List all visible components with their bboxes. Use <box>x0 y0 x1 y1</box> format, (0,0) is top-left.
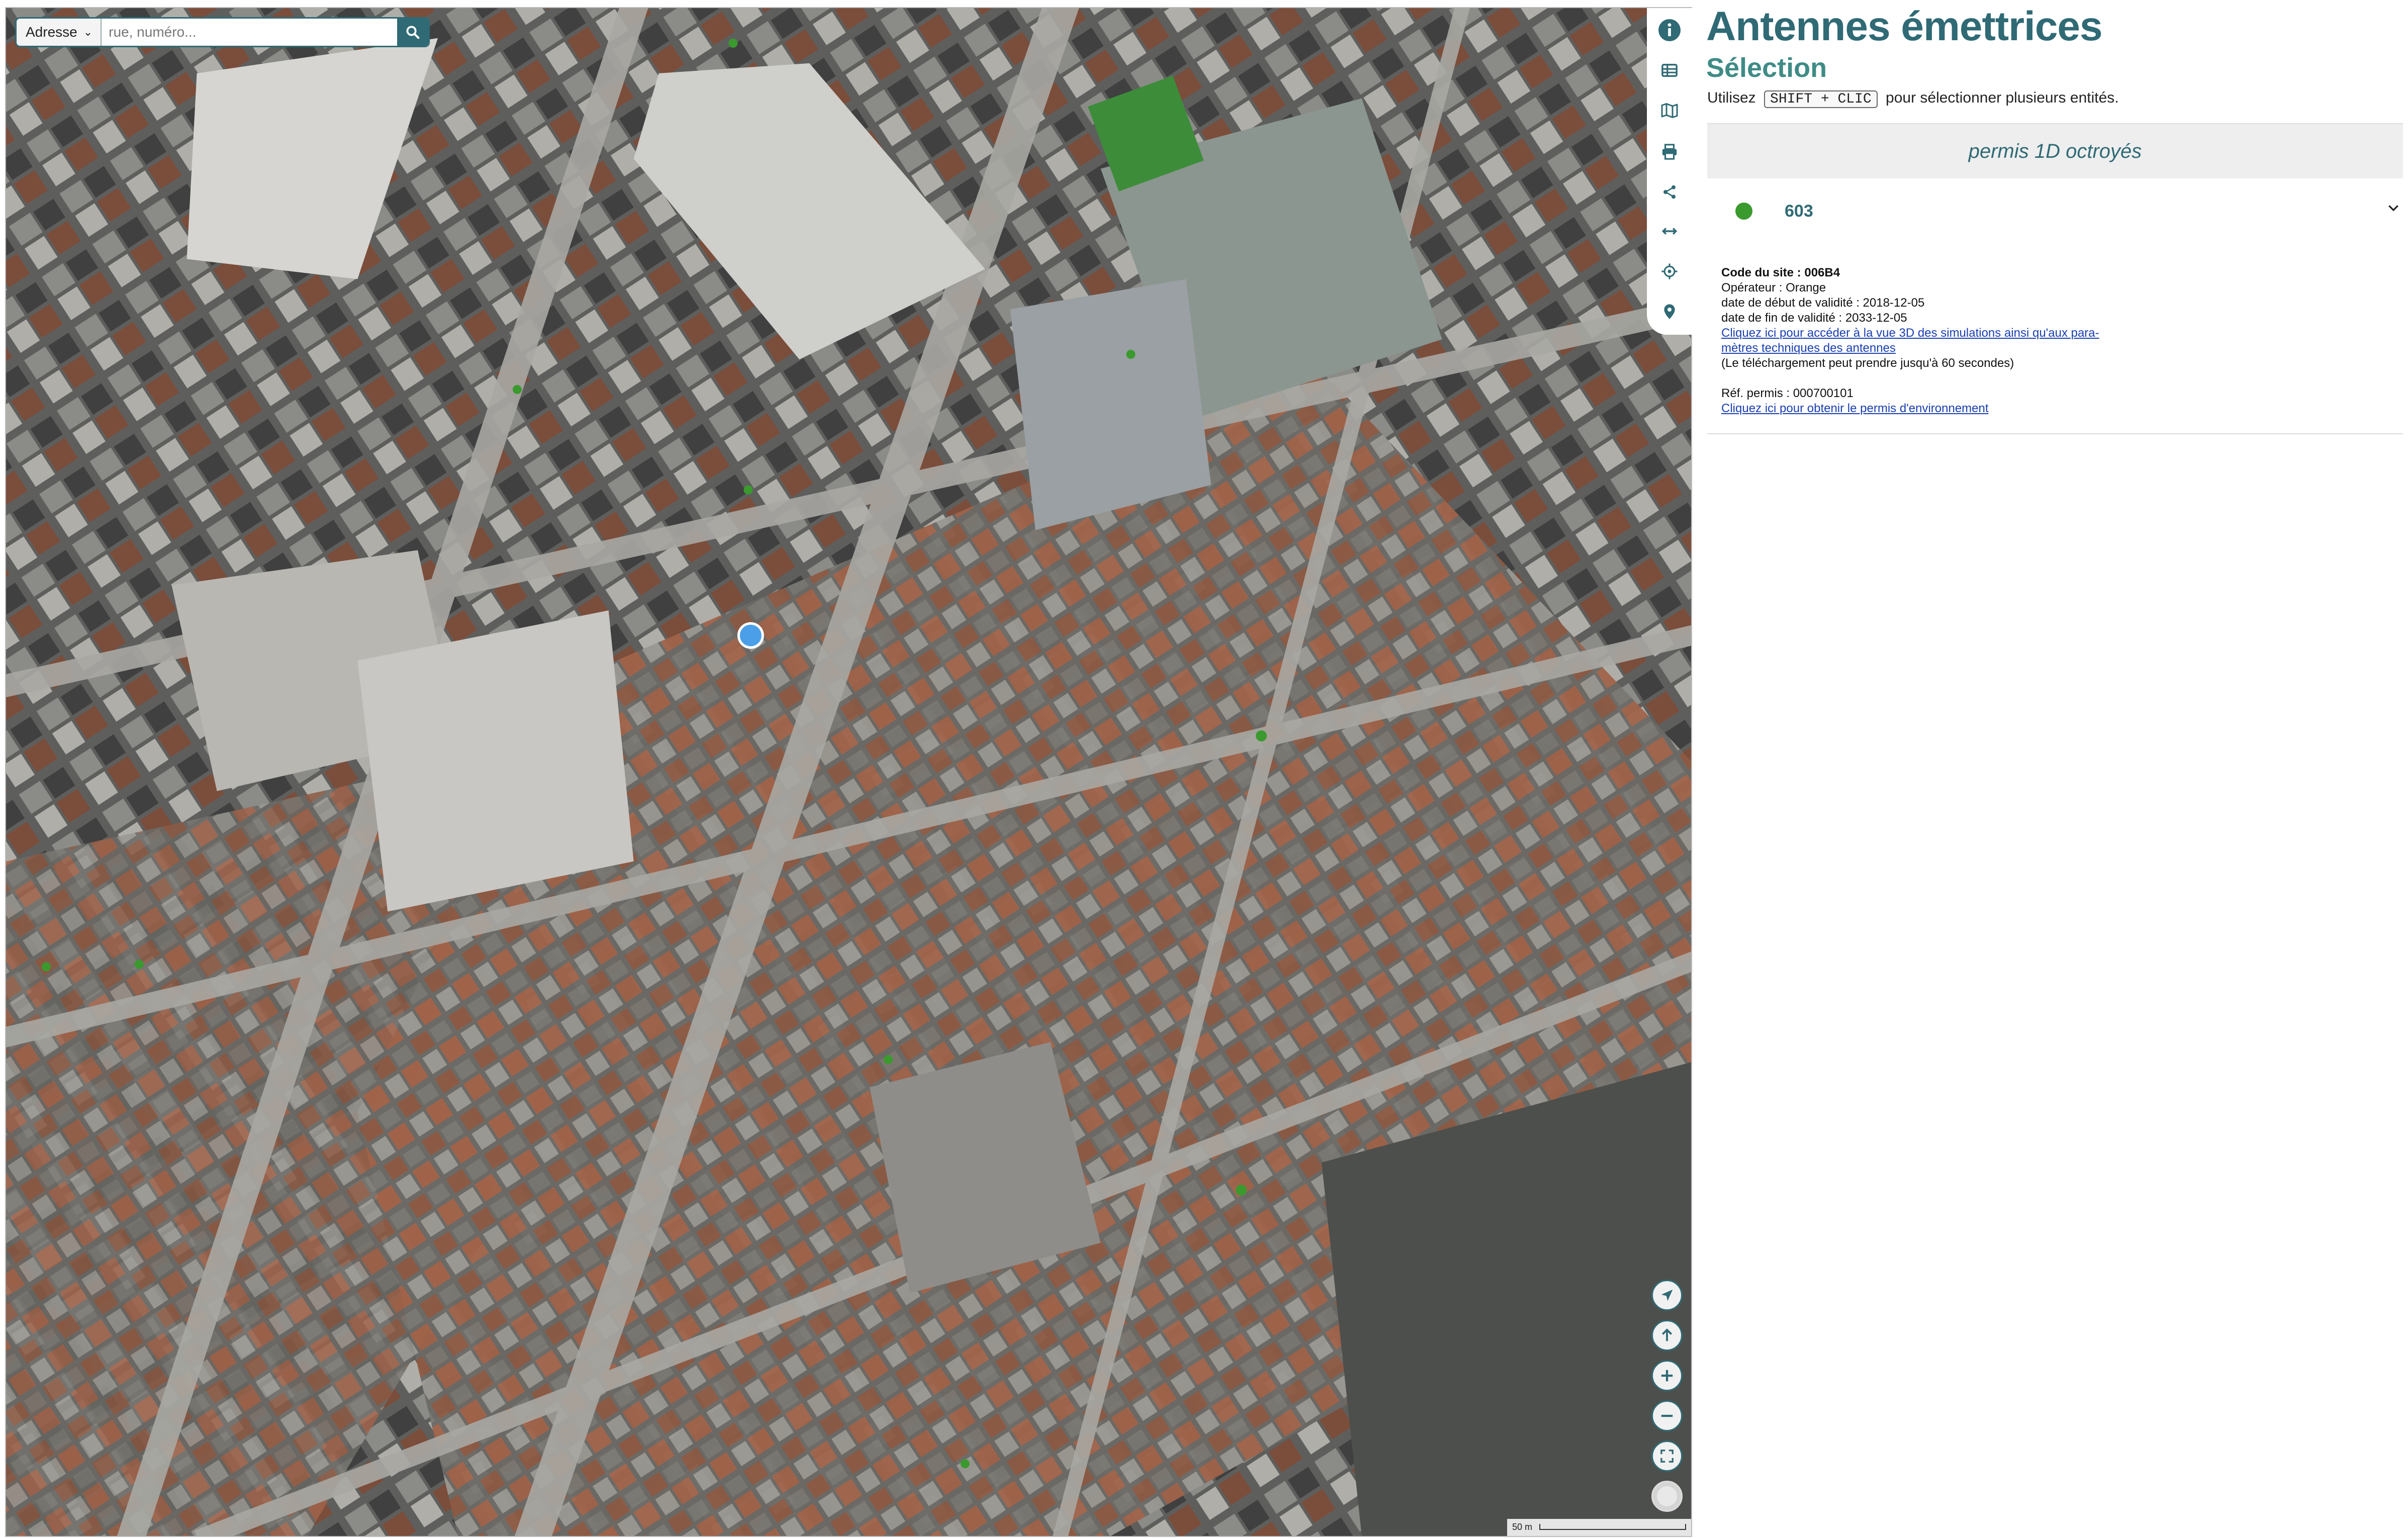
search-button[interactable] <box>397 19 429 46</box>
north-arrow-button[interactable] <box>1651 1320 1683 1351</box>
search-icon <box>406 26 420 39</box>
validity-end: date de fin de validité : 2033-12-05 <box>1721 311 1907 325</box>
zoom-in-icon <box>1661 1370 1673 1382</box>
table-icon <box>1661 63 1678 77</box>
share-icon <box>1663 185 1676 199</box>
section-title: Sélection <box>1706 53 1827 83</box>
navigate-button[interactable] <box>1651 1280 1683 1311</box>
fullscreen-button[interactable] <box>1651 1440 1683 1472</box>
search-input[interactable] <box>102 19 398 46</box>
navigate-icon <box>1661 1289 1673 1301</box>
layer-section-header: permis 1D octroyés <box>1707 123 2403 178</box>
divider <box>1707 433 2403 434</box>
hint-before: Utilisez <box>1707 89 1756 106</box>
site-code: Code du site : 006B4 <box>1721 266 1840 279</box>
list-item[interactable]: 603 <box>1707 181 2403 241</box>
hint-after: pour sélectionner plusieurs entités. <box>1886 89 2119 106</box>
print-button[interactable] <box>1657 140 1682 164</box>
link-3d-view[interactable]: Cliquez ici pour accéder à la vue 3D des… <box>1721 326 2099 340</box>
zoom-in-button[interactable] <box>1651 1360 1683 1391</box>
zoom-out-button[interactable] <box>1651 1400 1683 1431</box>
shortcut-key: SHIFT + CLIC <box>1764 90 1878 108</box>
link-3d-view-continued[interactable]: mètres techniques des antennes <box>1721 341 1896 355</box>
scale-bar-line <box>1539 1524 1686 1530</box>
basemap-button[interactable] <box>1651 1481 1683 1512</box>
address-search-bar: Adresse ⌄ <box>15 17 430 47</box>
download-note: (Le téléchargement peut prendre jusqu'à … <box>1721 356 2014 370</box>
measure-button[interactable] <box>1657 219 1682 243</box>
info-button[interactable] <box>1657 18 1682 42</box>
chevron-down-icon: ⌄ <box>83 26 93 38</box>
measure-icon <box>1661 228 1678 235</box>
map-toolbar <box>1647 8 1692 335</box>
layers-map-button[interactable] <box>1657 99 1682 123</box>
aerial-imagery <box>6 8 1691 1536</box>
side-panel: Antennes émettrices Sélection Utilisez S… <box>1704 0 2408 1538</box>
antenna-dot-icon <box>1735 203 1752 220</box>
search-type-select[interactable]: Adresse ⌄ <box>17 19 102 46</box>
share-button[interactable] <box>1657 180 1682 204</box>
search-type-label: Adresse <box>26 24 77 40</box>
basemap-icon <box>1657 1486 1677 1506</box>
page-title: Antennes émettrices <box>1706 4 2103 49</box>
map-icon <box>1661 103 1678 118</box>
locate-target-button[interactable] <box>1657 259 1682 283</box>
scale-bar: 50 m <box>1507 1519 1691 1536</box>
map-view[interactable]: Adresse ⌄ 50 m <box>5 7 1692 1537</box>
scale-label: 50 m <box>1512 1522 1533 1532</box>
selection-hint: Utilisez SHIFT + CLIC pour sélectionner … <box>1707 89 2119 108</box>
print-icon <box>1662 144 1677 160</box>
item-number: 603 <box>1785 201 1813 221</box>
fullscreen-icon <box>1660 1450 1674 1463</box>
table-button[interactable] <box>1657 58 1682 82</box>
zoom-out-icon <box>1661 1414 1673 1417</box>
link-permit[interactable]: Cliquez ici pour obtenir le permis d'env… <box>1721 402 1989 415</box>
pin-button[interactable] <box>1657 300 1682 324</box>
pin-icon <box>1664 304 1675 319</box>
locate-target-icon <box>1661 263 1678 279</box>
item-details: Code du site : 006B4 Opérateur : Orange … <box>1721 265 2099 416</box>
operator: Opérateur : Orange <box>1721 281 1826 295</box>
north-arrow-icon <box>1661 1328 1673 1341</box>
validity-start: date de début de validité : 2018-12-05 <box>1721 296 1925 310</box>
chevron-down-icon[interactable] <box>2386 200 2401 218</box>
permit-reference: Réf. permis : 000700101 <box>1721 387 1854 400</box>
info-icon <box>1658 19 1681 41</box>
